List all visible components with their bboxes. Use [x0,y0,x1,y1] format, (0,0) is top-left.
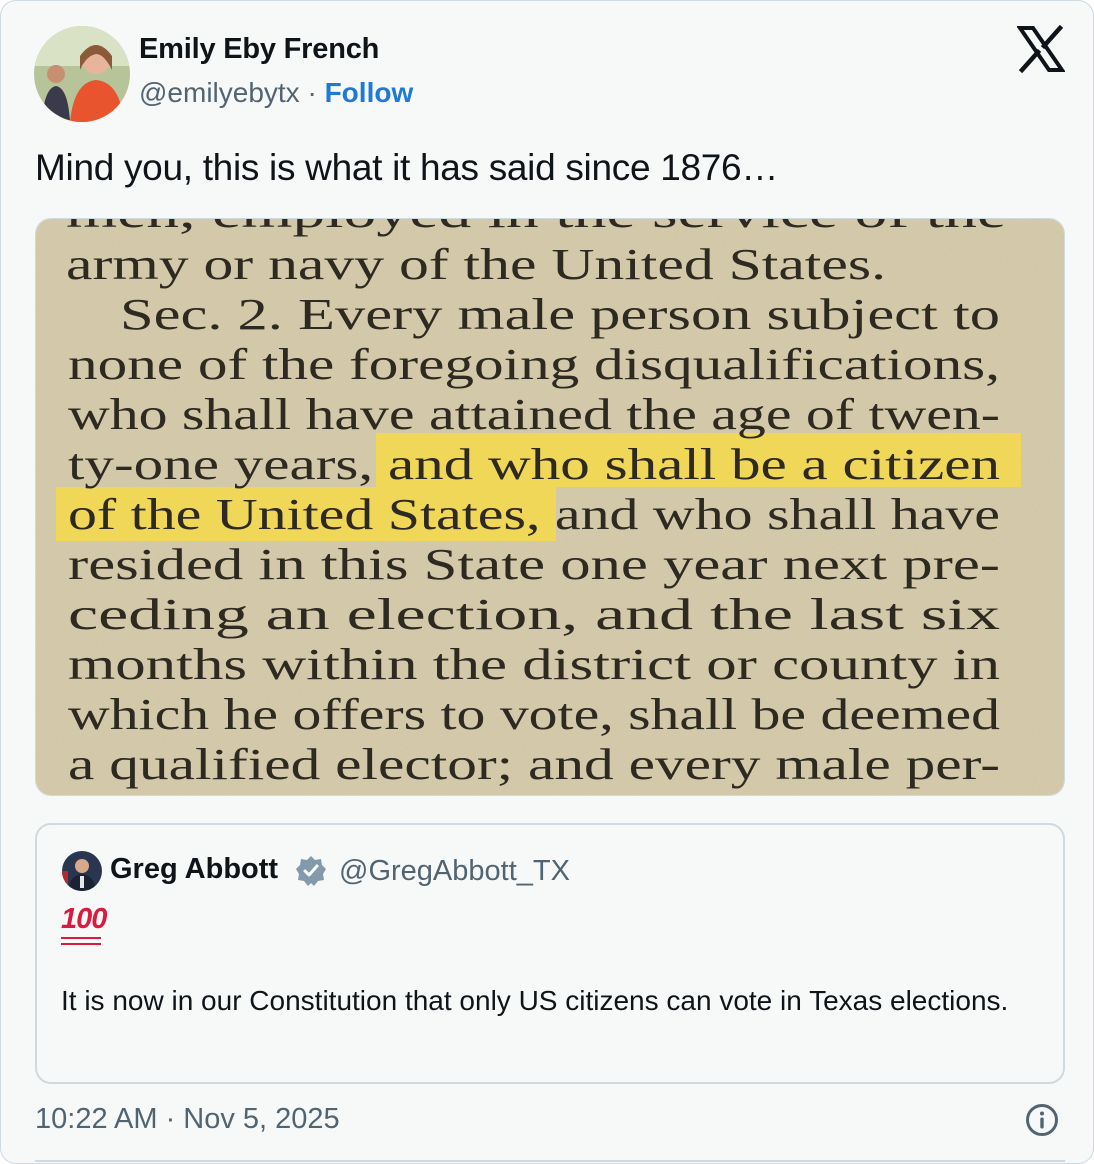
doc-line: resided in this State one year next pre- [68,540,1000,589]
doc-line: who shall have attained the age of twen- [68,390,1000,439]
document-lines: men, employed in the service of the army… [66,219,1006,789]
doc-line: ty-one years, and who shall be a citizen [68,440,1000,489]
follow-button[interactable]: Follow [325,77,414,108]
quoted-author-name[interactable]: Greg Abbott [110,853,278,886]
doc-line: men, employed in the service of the [66,219,1006,237]
author-avatar[interactable] [34,26,130,122]
author-handle-row: @emilyebytx · Follow [139,77,413,109]
quoted-tweet[interactable]: Greg Abbott @GregAbbott_TX 100 It is now… [35,823,1065,1084]
doc-line: Sec. 2. Every male person subject to [120,290,1000,339]
emoji-underline [61,943,101,945]
scanned-document-image: men, employed in the service of the army… [36,219,1064,795]
doc-line: army or navy of the United States. [66,240,886,289]
tweet-image[interactable]: men, employed in the service of the army… [35,218,1065,796]
tweet-card: Emily Eby French @emilyebytx · Follow Mi… [0,0,1094,1164]
doc-line: ceding an election, and the last six [68,590,1000,639]
quoted-author-avatar[interactable] [62,851,102,891]
divider [35,1160,1065,1162]
author-handle[interactable]: @emilyebytx [139,77,300,108]
tweet-timestamp[interactable]: 10:22 AM · Nov 5, 2025 [35,1103,340,1136]
quoted-tweet-text: It is now in our Constitution that only … [61,985,1009,1016]
doc-line: months within the district or county in [68,640,1000,689]
handle-separator: · [299,77,325,108]
tweet-text: Mind you, this is what it has said since… [35,147,779,188]
doc-line: which he offers to vote, shall be deemed [68,690,1000,739]
doc-line: none of the foregoing disqualifications, [68,340,1000,389]
emoji-digits: 100 [61,903,107,935]
doc-line: of the United States, and who shall have [68,490,1000,539]
hundred-points-emoji: 100 [61,903,107,945]
emoji-underline [61,937,101,939]
author-name[interactable]: Emily Eby French [139,33,379,66]
doc-line: a qualified elector; and every male per- [68,740,1000,789]
verified-badge-icon [295,855,327,887]
x-logo-icon[interactable] [1016,24,1066,74]
info-icon[interactable] [1025,1103,1059,1137]
quoted-author-handle[interactable]: @GregAbbott_TX [339,855,570,888]
